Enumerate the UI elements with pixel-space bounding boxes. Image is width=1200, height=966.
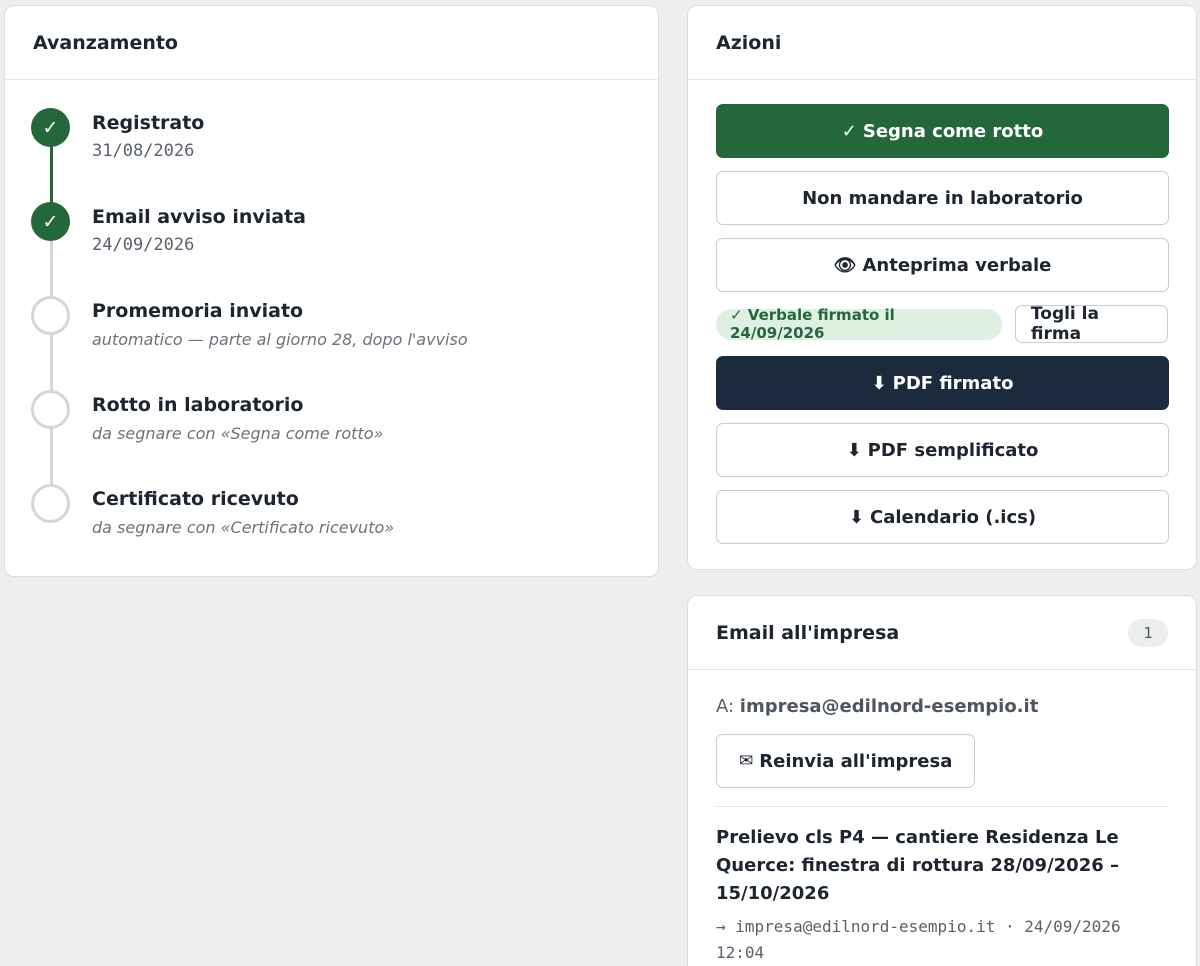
signature-row: ✓ Verbale firmato il 24/09/2026 Togli la… (716, 304, 1168, 344)
step-date: 31/08/2026 (92, 141, 195, 161)
recipient-line: A: impresa@edilnord-esempio.it (716, 696, 1168, 717)
preview-report-label: Anteprima verbale (862, 254, 1052, 276)
download-calendar-label: Calendario (.ics) (869, 506, 1037, 528)
download-icon: ⬇ (848, 506, 864, 528)
download-calendar-button[interactable]: ⬇ Calendario (.ics) (716, 490, 1169, 544)
email-meta: → impresa@edilnord-esempio.it · 24/09/20… (716, 917, 1121, 962)
mark-broken-label: Segna come rotto (862, 120, 1044, 142)
actions-card: Azioni ✓ Segna come rotto Non mandare in… (687, 5, 1197, 570)
progress-title: Avanzamento (33, 31, 178, 54)
step-label: Promemoria inviato (92, 300, 304, 322)
email-log-item: Prelievo cls P4 — cantiere Residenza Le … (716, 824, 1168, 966)
step-label: Certificato ricevuto (92, 488, 299, 510)
email-card: Email all'impresa 1 A: impresa@edilnord-… (687, 595, 1197, 966)
pending-circle-icon (31, 296, 70, 335)
envelope-icon: ✉ (739, 751, 754, 771)
resend-email-button[interactable]: ✉ Reinvia all'impresa (716, 734, 976, 788)
email-subject: Prelievo cls P4 — cantiere Residenza Le … (716, 827, 1120, 904)
step-date: 24/09/2026 (92, 235, 195, 255)
timeline: ✓ Registrato 31/08/2026 ✓ Email avviso i… (5, 80, 658, 576)
recipient-address: impresa@edilnord-esempio.it (739, 696, 1039, 717)
timeline-step-certificate: Certificato ricevuto da segnare con «Cer… (31, 484, 632, 576)
pending-circle-icon (31, 390, 70, 429)
timeline-step-reminder: Promemoria inviato automatico — parte al… (31, 296, 632, 390)
email-title: Email all'impresa (716, 621, 900, 644)
remove-signature-button[interactable]: Togli la firma (1014, 304, 1168, 344)
download-simple-pdf-button[interactable]: ⬇ PDF semplificato (716, 423, 1169, 477)
step-hint: da segnare con «Certificato ricevuto» (92, 518, 395, 537)
eye-icon: 👁 (833, 254, 857, 276)
step-label: Rotto in laboratorio (92, 394, 304, 416)
actions-header: Azioni (688, 6, 1196, 80)
timeline-step-email-sent: ✓ Email avviso inviata 24/09/2026 (31, 202, 632, 296)
signed-status-badge: ✓ Verbale firmato il 24/09/2026 (716, 306, 1002, 342)
step-hint: da segnare con «Segna come rotto» (92, 424, 384, 443)
progress-card: Avanzamento ✓ Registrato 31/08/2026 ✓ Em… (4, 5, 659, 577)
divider (716, 806, 1169, 807)
no-lab-button[interactable]: Non mandare in laboratorio (716, 171, 1169, 225)
check-icon: ✓ (31, 108, 70, 147)
pending-circle-icon (31, 484, 70, 523)
timeline-step-registered: ✓ Registrato 31/08/2026 (31, 108, 632, 202)
download-signed-pdf-button[interactable]: ⬇ PDF firmato (716, 356, 1169, 410)
progress-header: Avanzamento (5, 6, 658, 80)
no-lab-label: Non mandare in laboratorio (802, 187, 1083, 209)
download-signed-pdf-label: PDF firmato (892, 372, 1014, 394)
actions-title: Azioni (716, 31, 782, 54)
email-header: Email all'impresa 1 (688, 596, 1196, 670)
recipient-label: A: (716, 696, 735, 717)
step-hint: automatico — parte al giorno 28, dopo l'… (92, 330, 468, 349)
check-icon: ✓ (31, 202, 70, 241)
download-simple-pdf-label: PDF semplificato (867, 439, 1039, 461)
check-icon: ✓ (841, 120, 857, 142)
download-icon: ⬇ (871, 372, 887, 394)
download-icon: ⬇ (846, 439, 862, 461)
mark-broken-button[interactable]: ✓ Segna come rotto (716, 104, 1169, 158)
preview-report-button[interactable]: 👁 Anteprima verbale (716, 238, 1169, 292)
timeline-step-broken: Rotto in laboratorio da segnare con «Seg… (31, 390, 632, 484)
email-count-badge: 1 (1128, 618, 1168, 647)
resend-email-label: Reinvia all'impresa (759, 750, 953, 772)
step-label: Email avviso inviata (92, 206, 306, 228)
step-label: Registrato (92, 112, 205, 134)
